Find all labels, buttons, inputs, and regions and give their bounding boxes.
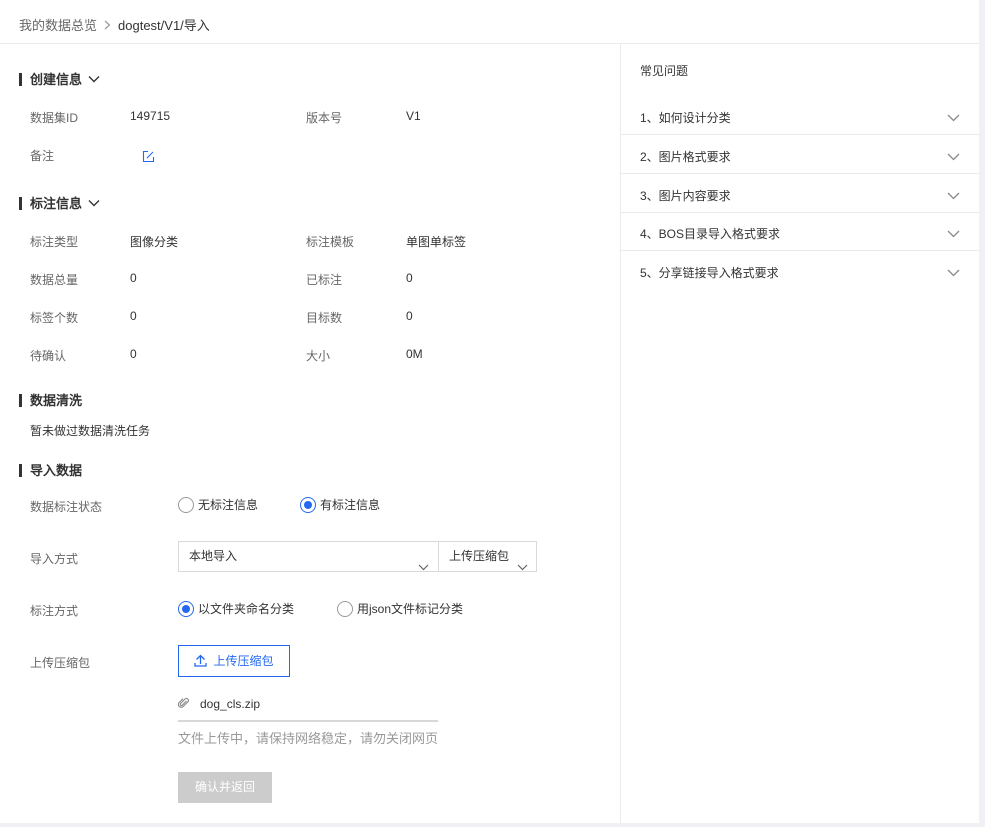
edit-icon[interactable] [142,150,155,163]
annotation-type-label: 标注类型 [30,235,79,249]
chevron-down-icon [947,111,960,125]
radio-circle-selected [178,600,194,617]
paperclip-icon [177,697,190,712]
labeled-value: 0 [406,271,413,285]
upload-progress-hint: 文件上传中，请保持网络稳定，请勿关闭网页 [178,731,439,746]
tag-count-value: 0 [130,309,137,323]
pending-label: 待确认 [30,349,67,363]
radio-label: 无标注信息 [198,497,259,512]
radio-has-annotation[interactable]: 有标注信息 [300,495,380,513]
upload-label: 上传压缩包 [30,656,91,670]
section-title: 标注信息 [30,196,83,211]
radio-circle [337,600,353,617]
faq-question: 5、分享链接导入格式要求 [640,266,779,280]
import-method-value: 本地导入 [189,549,238,563]
upload-type-select[interactable]: 上传压缩包 [438,541,537,572]
chevron-down-icon[interactable] [88,71,100,86]
target-label: 目标数 [306,311,343,325]
section-title: 数据清洗 [30,393,83,408]
upload-button-label: 上传压缩包 [213,654,274,668]
faq-question: 2、图片格式要求 [640,150,731,164]
chevron-down-icon [517,553,528,582]
breadcrumb-current: dogtest/V1/导入 [118,18,210,33]
import-method-label: 导入方式 [30,552,79,566]
annotation-template-label: 标注模板 [306,235,355,249]
page: 我的数据总览 dogtest/V1/导入 创建信息 数据集ID 149715 版本… [0,0,980,823]
dataset-id-value: 149715 [130,109,171,123]
radio-circle [178,496,194,513]
target-value: 0 [406,309,413,323]
faq-question: 3、图片内容要求 [640,189,731,203]
top-bar: 我的数据总览 dogtest/V1/导入 [0,0,979,44]
version-value: V1 [406,109,421,123]
chevron-down-icon [947,266,960,280]
chevron-down-icon [947,227,960,241]
cleaning-status-text: 暂未做过数据清洗任务 [30,424,151,438]
radio-label: 用json文件标记分类 [357,601,464,616]
annotation-template-value: 单图单标签 [406,235,467,249]
radio-json-classify[interactable]: 用json文件标记分类 [337,599,463,617]
dataset-id-label: 数据集ID [30,111,79,125]
upload-icon [194,654,208,667]
faq-question: 1、如何设计分类 [640,111,731,125]
section-marker [19,394,22,407]
pending-value: 0 [130,347,137,361]
faq-panel: 常见问题 1、如何设计分类 2、图片格式要求 3、图片内容要求 4、BOS目录导… [620,44,980,823]
section-import-header: 导入数据 [19,460,83,478]
faq-item[interactable]: 5、分享链接导入格式要求 [621,251,980,289]
breadcrumb-root-link[interactable]: 我的数据总览 [19,18,97,33]
section-title: 导入数据 [30,463,83,478]
annotate-method-label: 标注方式 [30,604,79,618]
chevron-down-icon [947,189,960,203]
faq-item[interactable]: 3、图片内容要求 [621,174,980,213]
chevron-down-icon [418,553,429,582]
faq-item[interactable]: 2、图片格式要求 [621,135,980,174]
faq-item[interactable]: 4、BOS目录导入格式要求 [621,212,980,251]
size-value: 0M [406,347,423,361]
radio-label: 有标注信息 [320,497,381,512]
section-title: 创建信息 [30,72,83,87]
import-method-select[interactable]: 本地导入 [178,541,439,572]
breadcrumb: 我的数据总览 dogtest/V1/导入 [19,15,210,34]
labeled-label: 已标注 [306,273,343,287]
confirm-and-return-button[interactable]: 确认并返回 [178,772,272,803]
chevron-down-icon[interactable] [88,195,100,210]
uploaded-file-item: dog_cls.zip [177,696,438,722]
size-label: 大小 [306,349,331,363]
radio-label: 以文件夹命名分类 [198,601,295,616]
section-create-info-header[interactable]: 创建信息 [19,69,100,87]
section-marker [19,73,22,86]
section-marker [19,197,22,210]
main-panel: 创建信息 数据集ID 149715 版本号 V1 备注 标注信息 标注类型 图像… [0,44,619,823]
section-annotation-info-header[interactable]: 标注信息 [19,193,100,211]
remark-label: 备注 [30,149,55,163]
annotation-status-label: 数据标注状态 [30,500,103,514]
radio-folder-classify[interactable]: 以文件夹命名分类 [178,599,294,617]
total-value: 0 [130,271,137,285]
annotation-type-value: 图像分类 [130,235,179,249]
section-marker [19,464,22,477]
radio-circle-selected [300,496,316,513]
total-label: 数据总量 [30,273,79,287]
upload-zip-button[interactable]: 上传压缩包 [178,645,290,677]
chevron-down-icon [947,150,960,164]
faq-question: 4、BOS目录导入格式要求 [640,227,781,241]
radio-no-annotation[interactable]: 无标注信息 [178,495,258,513]
section-cleaning-header: 数据清洗 [19,390,83,408]
version-label: 版本号 [306,111,343,125]
tag-count-label: 标签个数 [30,311,79,325]
breadcrumb-chevron-right-icon [104,18,111,33]
file-name: dog_cls.zip [200,697,261,711]
faq-title: 常见问题 [640,64,689,78]
upload-type-value: 上传压缩包 [449,549,510,563]
faq-item[interactable]: 1、如何设计分类 [621,96,980,135]
